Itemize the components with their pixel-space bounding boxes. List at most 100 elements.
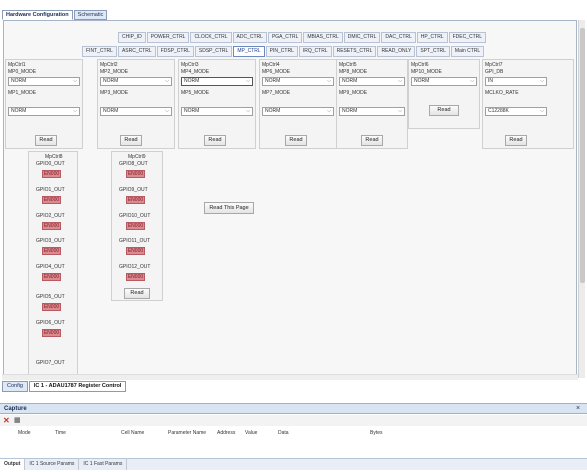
mp8-mode-select[interactable]: NORM ⌵ bbox=[339, 77, 405, 86]
tab-config[interactable]: Config bbox=[2, 381, 28, 392]
tab-fdsp-ctrl[interactable]: FDSP_CTRL bbox=[156, 46, 194, 57]
tab-hp-ctrl[interactable]: HP_CTRL bbox=[416, 32, 448, 43]
field-label: MP10_MODE bbox=[411, 69, 442, 75]
tab-asrc-ctrl[interactable]: ASRC_CTRL bbox=[117, 46, 156, 57]
read-this-page-button[interactable]: Read This Page bbox=[204, 202, 254, 214]
tab-mp-ctrl[interactable]: MP_CTRL bbox=[233, 46, 265, 57]
gpio6-out-toggle[interactable]: EN000 bbox=[42, 329, 61, 337]
tab-main-ctrl[interactable]: Main CTRL bbox=[450, 46, 485, 57]
mp6-mode-select[interactable]: NORM ⌵ bbox=[262, 77, 334, 86]
mp0-mode-select[interactable]: NORM ⌵ bbox=[8, 77, 80, 86]
column-bytes: Bytes bbox=[370, 430, 383, 436]
read-button[interactable]: Read bbox=[35, 135, 57, 146]
gpi-db-select[interactable]: IN ⌵ bbox=[485, 77, 547, 86]
tab-dac-ctrl[interactable]: DAC_CTRL bbox=[381, 32, 416, 43]
field-label: MP1_MODE bbox=[8, 90, 37, 96]
mp10-mode-select[interactable]: NORM ⌵ bbox=[411, 77, 477, 86]
mpctrl8-group: MpCtrl8 GPIO0_OUT EN000 GPIO1_OUT EN000 … bbox=[28, 151, 78, 375]
tab-output[interactable]: Output bbox=[0, 459, 26, 470]
group-title: MpCtrl6 bbox=[411, 62, 429, 68]
register-tabs-row-1: CHIP_ID POWER_CTRL CLOCK_CTRL ADC_CTRL P… bbox=[118, 32, 487, 43]
tab-fint-ctrl[interactable]: FINT_CTRL bbox=[82, 46, 117, 57]
column-data: Data bbox=[278, 430, 289, 436]
chevron-down-icon: ⌵ bbox=[246, 78, 250, 84]
tab-irq-ctrl[interactable]: IRQ_CTRL bbox=[298, 46, 332, 57]
gpio2-out-label: GPIO2_OUT bbox=[36, 213, 65, 219]
gpio10-out-toggle[interactable]: EN000 bbox=[126, 222, 145, 230]
field-label: GPI_DB bbox=[485, 69, 504, 75]
gpio0-out-toggle[interactable]: EN000 bbox=[42, 170, 61, 178]
select-value: IN bbox=[488, 78, 493, 84]
read-button[interactable]: Read bbox=[285, 135, 307, 146]
group-title: MpCtrl8 bbox=[45, 154, 63, 160]
read-button[interactable]: Read bbox=[204, 135, 226, 146]
delete-icon[interactable]: ✕ bbox=[3, 416, 10, 425]
capture-columns: Mode Time Cell Name Parameter Name Addre… bbox=[0, 428, 587, 438]
gpio4-out-toggle[interactable]: EN000 bbox=[42, 273, 61, 281]
gpio3-out-toggle[interactable]: EN000 bbox=[42, 247, 61, 255]
close-icon[interactable]: × bbox=[576, 405, 580, 412]
gpio9-out-toggle[interactable]: EN000 bbox=[126, 196, 145, 204]
chevron-down-icon: ⌵ bbox=[398, 108, 402, 114]
horizontal-scrollbar[interactable] bbox=[2, 374, 578, 380]
capture-header: Capture × bbox=[0, 403, 587, 414]
tab-fdec-ctrl[interactable]: FDEC_CTRL bbox=[448, 32, 487, 43]
group-title: MpCtrl1 bbox=[8, 62, 26, 68]
tab-register-control[interactable]: IC 1 - ADAU1787 Register Control bbox=[28, 381, 127, 392]
group-title: MpCtrl5 bbox=[339, 62, 357, 68]
mclko-rate-select[interactable]: C12288K ⌵ bbox=[485, 107, 547, 116]
tab-chip-id[interactable]: CHIP_ID bbox=[118, 32, 146, 43]
capture-toolbar: ✕ ▦ bbox=[0, 415, 587, 426]
gpio12-out-toggle[interactable]: EN000 bbox=[126, 273, 145, 281]
tab-read-only[interactable]: READ_ONLY bbox=[377, 46, 416, 57]
select-value: NORM bbox=[414, 78, 430, 84]
gpio11-out-toggle[interactable]: EN000 bbox=[126, 247, 145, 255]
tab-source-params[interactable]: IC 1 Source Params bbox=[25, 459, 80, 470]
register-panel: CHIP_ID POWER_CTRL CLOCK_CTRL ADC_CTRL P… bbox=[3, 20, 577, 378]
mpctrl9-group: MpCtrl9 GPIO8_OUT EN000 GPIO9_OUT EN000 … bbox=[111, 151, 163, 301]
tab-fast-params[interactable]: IC 1 Fast Params bbox=[79, 459, 128, 470]
select-value: NORM bbox=[184, 78, 200, 84]
tab-sdsp-ctrl[interactable]: SDSP_CTRL bbox=[194, 46, 233, 57]
select-value: NORM bbox=[265, 108, 281, 114]
tab-adc-ctrl[interactable]: ADC_CTRL bbox=[232, 32, 267, 43]
chevron-down-icon: ⌵ bbox=[73, 108, 77, 114]
tab-clock-ctrl[interactable]: CLOCK_CTRL bbox=[190, 32, 232, 43]
mp9-mode-select[interactable]: NORM ⌵ bbox=[339, 107, 405, 116]
mp5-mode-select[interactable]: NORM ⌵ bbox=[181, 107, 253, 116]
read-button[interactable]: Read bbox=[505, 135, 527, 146]
tab-schematic[interactable]: Schematic bbox=[73, 10, 108, 20]
read-button[interactable]: Read bbox=[120, 135, 142, 146]
select-value: NORM bbox=[11, 78, 27, 84]
read-button[interactable]: Read bbox=[124, 288, 150, 299]
tab-pin-ctrl[interactable]: PIN_CTRL bbox=[265, 46, 298, 57]
read-button[interactable]: Read bbox=[361, 135, 383, 146]
columns-icon[interactable]: ▦ bbox=[14, 416, 21, 424]
tab-resets-ctrl[interactable]: RESETS_CTRL bbox=[332, 46, 377, 57]
gpio2-out-toggle[interactable]: EN000 bbox=[42, 222, 61, 230]
mp1-mode-select[interactable]: NORM ⌵ bbox=[8, 107, 80, 116]
tab-spt-ctrl[interactable]: SPT_CTRL bbox=[416, 46, 450, 57]
tab-power-ctrl[interactable]: POWER_CTRL bbox=[146, 32, 190, 43]
gpio1-out-toggle[interactable]: EN000 bbox=[42, 196, 61, 204]
field-label: MP3_MODE bbox=[100, 90, 129, 96]
mp4-mode-select[interactable]: NORM ⌵ bbox=[181, 77, 253, 86]
mp7-mode-select[interactable]: NORM ⌵ bbox=[262, 107, 334, 116]
gpio12-out-label: GPIO12_OUT bbox=[119, 264, 151, 270]
read-button[interactable]: Read bbox=[429, 105, 459, 116]
mpctrl2-group: MpCtrl2 MP2_MODE NORM ⌵ MP3_MODE NORM ⌵ Re… bbox=[97, 59, 175, 149]
vertical-scrollbar[interactable] bbox=[578, 20, 585, 378]
tab-hardware-configuration[interactable]: Hardware Configuration bbox=[2, 10, 73, 20]
select-value: NORM bbox=[11, 108, 27, 114]
gpio8-out-toggle[interactable]: EN000 bbox=[126, 170, 145, 178]
tab-mbias-ctrl[interactable]: MBIAS_CTRL bbox=[303, 32, 343, 43]
gpio5-out-toggle[interactable]: EN000 bbox=[42, 303, 61, 311]
mp3-mode-select[interactable]: NORM ⌵ bbox=[100, 107, 172, 116]
mp2-mode-select[interactable]: NORM ⌵ bbox=[100, 77, 172, 86]
tab-dmic-ctrl[interactable]: DMIC_CTRL bbox=[343, 32, 381, 43]
gpio9-out-label: GPIO9_OUT bbox=[119, 187, 148, 193]
mpctrl4-group: MpCtrl4 MP6_MODE NORM ⌵ MP7_MODE NORM ⌵ Re… bbox=[259, 59, 337, 149]
tab-pga-ctrl[interactable]: PGA_CTRL bbox=[267, 32, 303, 43]
scroll-thumb[interactable] bbox=[580, 28, 585, 283]
group-title: MpCtrl2 bbox=[100, 62, 118, 68]
